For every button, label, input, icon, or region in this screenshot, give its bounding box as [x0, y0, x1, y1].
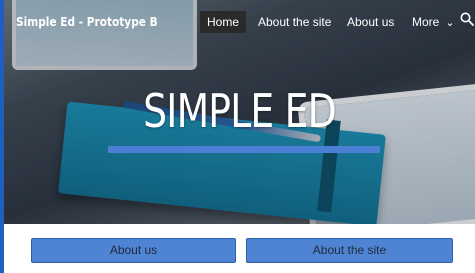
about-us-button[interactable]: About us [31, 238, 236, 263]
hero-banner: Simple Ed - Prototype B Home About the s… [4, 0, 475, 224]
site-title[interactable]: Simple Ed - Prototype B [16, 15, 158, 29]
nav-item-more[interactable]: More ⌄ [412, 11, 455, 33]
search-icon[interactable] [460, 12, 474, 26]
nav-item-home[interactable]: Home [200, 11, 247, 33]
nav-item-more-label: More [412, 15, 440, 29]
about-the-site-button[interactable]: About the site [246, 238, 453, 263]
chevron-down-icon: ⌄ [445, 17, 455, 29]
hero-title-underline [108, 146, 380, 153]
hero-title: SIMPLE ED [143, 84, 337, 138]
nav-item-about-us[interactable]: About us [347, 11, 394, 33]
nav-item-about-the-site[interactable]: About the site [258, 11, 331, 33]
